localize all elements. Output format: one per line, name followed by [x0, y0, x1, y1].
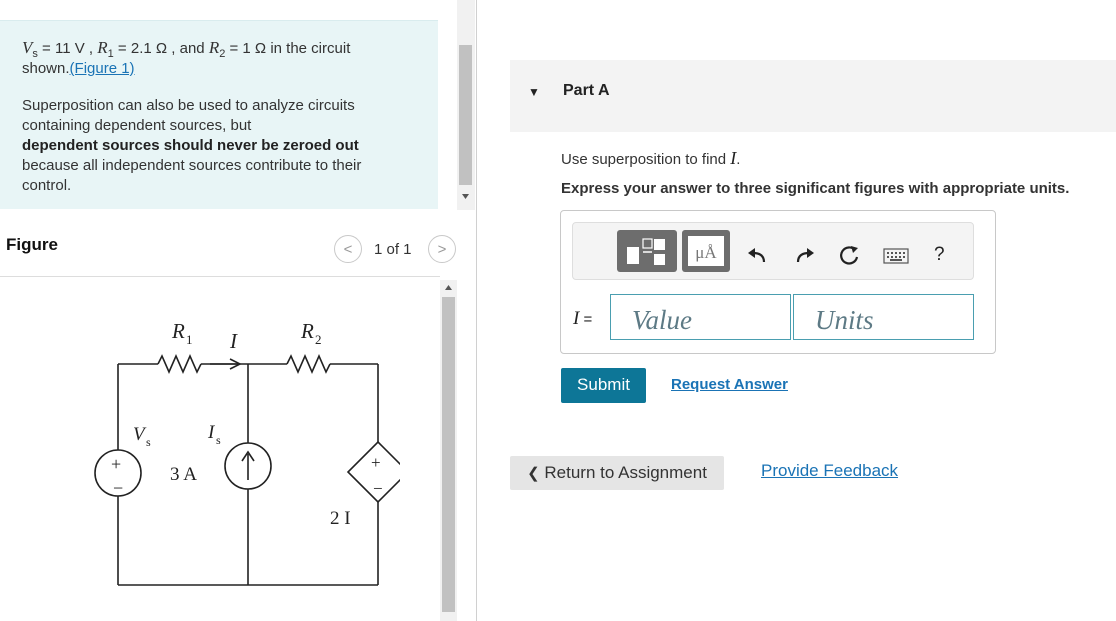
reset-icon[interactable] — [837, 244, 861, 268]
submit-button[interactable]: Submit — [561, 368, 646, 403]
r2-symbol: R — [208, 38, 220, 57]
problem-given-values: Vs = 11 V , R1 = 2.1 Ω , and R2 = 1 Ω in… — [22, 38, 350, 60]
help-button[interactable]: ? — [934, 244, 945, 266]
question-text: Use superposition to find I. — [561, 148, 740, 169]
and-text: and — [175, 40, 209, 57]
figure-link[interactable]: (Figure 1) — [70, 60, 135, 77]
question-prefix: Use superposition to find — [561, 151, 731, 168]
is-label: I — [207, 422, 216, 443]
part-a-title[interactable]: Part A — [563, 82, 610, 100]
pane-divider[interactable] — [476, 0, 477, 621]
figure-divider — [0, 276, 440, 277]
r2-value: = 1 Ω — [225, 40, 267, 57]
circuit-diagram: R 1 R 2 I V s I s 3 A 2 I + − + − — [94, 319, 400, 586]
problem-shown-line: shown.(Figure 1) — [22, 60, 135, 77]
redo-icon[interactable] — [794, 246, 816, 266]
units-label: μÅ — [688, 236, 724, 266]
r1-sub-label: 1 — [186, 332, 193, 347]
units-input[interactable] — [793, 294, 974, 340]
question-suffix: . — [736, 151, 741, 168]
current-label: I — [229, 329, 238, 353]
vs-symbol: V — [22, 38, 33, 57]
superposition-note: Superposition can also be used to analyz… — [22, 96, 422, 196]
figure-page-count: 1 of 1 — [374, 241, 412, 258]
undo-icon[interactable] — [746, 246, 768, 266]
r2-label: R — [300, 319, 314, 343]
r1-symbol: R — [97, 38, 108, 57]
collapse-caret-icon[interactable]: ▼ — [528, 85, 540, 99]
is-sub-label: s — [216, 433, 221, 447]
figure-prev-button[interactable]: < — [334, 235, 362, 263]
templates-icon — [627, 238, 665, 265]
note-line: because all independent sources contribu… — [22, 157, 362, 174]
figure-next-button[interactable]: > — [428, 235, 456, 263]
scroll-down-arrow-icon[interactable] — [459, 190, 472, 202]
note-bold-text: dependent sources should never be zeroed… — [22, 137, 359, 154]
note-line: control. — [22, 177, 72, 194]
vs-plus-sign: + — [111, 454, 121, 474]
intro-scrollbar-thumb[interactable] — [459, 45, 472, 185]
equals-sign: = — [579, 311, 593, 328]
units-button[interactable]: μÅ — [682, 230, 730, 272]
answer-instruction: Express your answer to three significant… — [561, 180, 1070, 197]
r1-label: R — [171, 319, 185, 343]
shown-text: shown. — [22, 60, 70, 77]
r2-sub-label: 2 — [315, 332, 322, 347]
vs-label: V — [133, 424, 147, 445]
is-value-label: 3 A — [170, 464, 197, 485]
vs-sub-label: s — [146, 435, 151, 449]
scroll-up-arrow-icon[interactable] — [442, 283, 455, 293]
request-answer-link[interactable]: Request Answer — [671, 376, 788, 393]
dep-minus-sign: − — [373, 479, 383, 498]
vs-minus-sign: − — [113, 478, 123, 498]
note-line: containing dependent sources, but — [22, 117, 252, 134]
figure-scrollbar-thumb[interactable] — [442, 297, 455, 612]
chevron-left-icon: ❮ — [527, 465, 540, 482]
answer-variable-label: I = — [573, 308, 592, 330]
return-to-assignment-button[interactable]: ❮ Return to Assignment — [510, 456, 724, 490]
keyboard-icon[interactable] — [883, 248, 909, 264]
return-label: Return to Assignment — [544, 463, 707, 482]
figure-title: Figure — [6, 235, 58, 254]
circuit-text: in the circuit — [266, 40, 351, 57]
provide-feedback-link[interactable]: Provide Feedback — [761, 461, 898, 481]
vs-value: = 11 V , — [37, 40, 94, 57]
templates-button[interactable] — [617, 230, 677, 272]
value-input[interactable] — [610, 294, 791, 340]
note-line: Superposition can also be used to analyz… — [22, 97, 355, 114]
dep-plus-sign: + — [371, 453, 381, 472]
r1-value: = 2.1 Ω , — [113, 40, 176, 57]
note-bold-line: dependent sources should never be zeroed… — [22, 136, 422, 156]
dependent-source-label: 2 I — [330, 508, 351, 529]
